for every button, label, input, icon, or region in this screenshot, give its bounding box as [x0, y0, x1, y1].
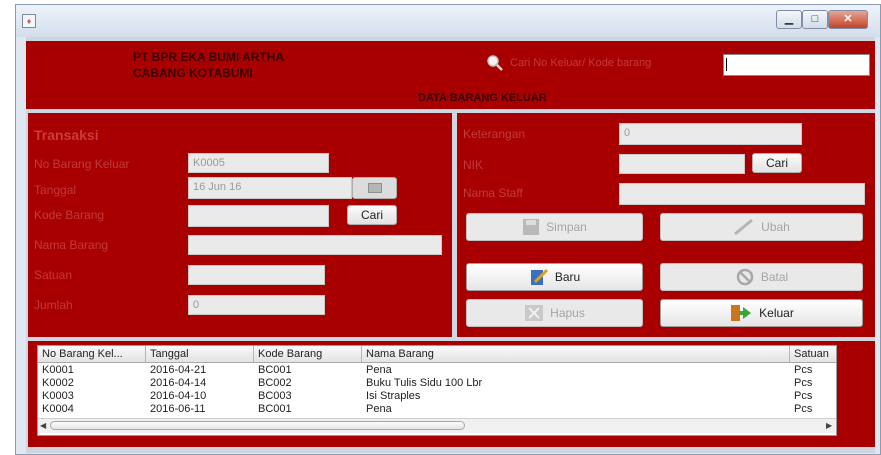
- cell-tanggal: 2016-04-10: [150, 390, 207, 402]
- batal-label: Batal: [760, 270, 789, 284]
- content-area: PT BPR EKA BUMI ARTHA CABANG KOTABUMI Ca…: [26, 37, 875, 453]
- baru-label: Baru: [554, 270, 581, 284]
- simpan-button[interactable]: Simpan: [466, 213, 643, 241]
- scroll-thumb[interactable]: [50, 421, 465, 430]
- minimize-button[interactable]: ▁: [776, 10, 802, 29]
- ubah-label: Ubah: [761, 220, 790, 234]
- transaksi-panel: Transaksi No Barang Keluar K0005 Tanggal…: [28, 113, 452, 337]
- text-caret: [726, 58, 727, 71]
- satuan-field[interactable]: [188, 265, 325, 285]
- maximize-button[interactable]: □: [802, 10, 828, 29]
- app-icon: ♦: [22, 14, 36, 28]
- company-branch: CABANG KOTABUMI: [133, 66, 253, 80]
- cell-no: K0003: [42, 390, 74, 402]
- jumlah-field[interactable]: 0: [188, 295, 325, 315]
- horizontal-scrollbar[interactable]: ◀ ▶: [38, 418, 836, 433]
- no-keluar-field[interactable]: K0005: [188, 153, 329, 173]
- cell-tanggal: 2016-04-21: [150, 364, 207, 376]
- cell-satuan: Pcs: [794, 364, 813, 376]
- cell-satuan: Pcs: [794, 377, 813, 389]
- col-header-tanggal[interactable]: Tanggal: [146, 346, 254, 363]
- staff-panel: Keterangan 0 NIK Cari Nama Staff Simpan …: [457, 113, 875, 337]
- ubah-button[interactable]: Ubah: [660, 213, 863, 241]
- cell-satuan: Pcs: [794, 390, 813, 402]
- main-window: ♦ ▁ □ ✕ PT BPR EKA BUMI ARTHA CABANG KOT…: [15, 4, 881, 455]
- col-header-nama[interactable]: Nama Barang: [362, 346, 790, 363]
- cell-nama: Pena: [366, 403, 392, 415]
- cell-satuan: Pcs: [794, 403, 813, 415]
- cell-tanggal: 2016-04-14: [150, 377, 207, 389]
- search-icon: [487, 55, 503, 71]
- batal-button[interactable]: Batal: [660, 263, 863, 291]
- no-keluar-label: No Barang Keluar: [34, 157, 130, 171]
- tanggal-label: Tanggal: [34, 183, 77, 197]
- search-label: Cari No Keluar/ Kode barang: [510, 57, 652, 69]
- cell-kode: BC001: [258, 403, 292, 415]
- keterangan-label: Keterangan: [463, 127, 526, 141]
- col-header-no[interactable]: No Barang Kel...: [38, 346, 146, 363]
- keluar-button[interactable]: Keluar: [660, 299, 863, 327]
- cell-nama: Isi Straples: [366, 390, 421, 402]
- nama-barang-field[interactable]: [188, 235, 442, 255]
- data-table: No Barang Kel... Tanggal Kode Barang Nam…: [37, 345, 837, 436]
- satuan-label: Satuan: [34, 268, 73, 282]
- transaksi-heading: Transaksi: [34, 127, 99, 143]
- scroll-left-icon[interactable]: ◀: [40, 421, 46, 430]
- company-name: PT BPR EKA BUMI ARTHA: [133, 50, 285, 64]
- cell-kode: BC002: [258, 377, 292, 389]
- cell-kode: BC003: [258, 390, 292, 402]
- search-input[interactable]: [723, 54, 870, 76]
- cell-tanggal: 2016-06-11: [150, 403, 206, 415]
- save-icon: [523, 219, 540, 235]
- cell-no: K0004: [42, 403, 74, 415]
- col-header-satuan[interactable]: Satuan: [790, 346, 836, 363]
- simpan-label: Simpan: [546, 220, 587, 234]
- calendar-icon: [367, 183, 382, 193]
- delete-icon: [525, 305, 544, 321]
- cell-kode: BC001: [258, 364, 292, 376]
- cell-nama: Buku Tulis Sidu 100 Lbr: [366, 377, 483, 389]
- page-title: DATA BARANG KELUAR: [418, 92, 547, 104]
- nama-barang-label: Nama Barang: [34, 238, 109, 252]
- cell-nama: Pena: [366, 364, 392, 376]
- hapus-button[interactable]: Hapus: [466, 299, 643, 327]
- cell-no: K0002: [42, 377, 74, 389]
- cell-no: K0001: [42, 364, 74, 376]
- scroll-right-icon[interactable]: ▶: [826, 421, 832, 430]
- kode-barang-field[interactable]: [188, 205, 329, 227]
- cancel-icon: [736, 268, 754, 286]
- jumlah-label: Jumlah: [34, 298, 73, 312]
- new-doc-icon: [530, 268, 548, 285]
- pencil-icon: [734, 218, 754, 236]
- tanggal-field[interactable]: 16 Jun 16: [188, 177, 352, 199]
- baru-button[interactable]: Baru: [466, 263, 643, 291]
- nik-field[interactable]: [619, 154, 745, 174]
- col-header-kode[interactable]: Kode Barang: [254, 346, 362, 363]
- close-window-button[interactable]: ✕: [828, 10, 868, 29]
- nama-staff-label: Nama Staff: [463, 186, 523, 200]
- date-picker-button[interactable]: [352, 177, 397, 199]
- hapus-label: Hapus: [550, 306, 585, 320]
- kode-barang-label: Kode Barang: [34, 208, 105, 222]
- header-panel: PT BPR EKA BUMI ARTHA CABANG KOTABUMI Ca…: [26, 41, 875, 109]
- title-bar: ♦ ▁ □ ✕: [16, 5, 880, 37]
- nik-label: NIK: [463, 158, 484, 172]
- keluar-label: Keluar: [759, 306, 794, 320]
- cari-nik-button[interactable]: Cari: [752, 153, 802, 173]
- nama-staff-field[interactable]: [619, 183, 865, 205]
- cari-barang-button[interactable]: Cari: [347, 205, 397, 225]
- keterangan-field[interactable]: 0: [619, 123, 802, 145]
- exit-door-icon: [731, 305, 752, 321]
